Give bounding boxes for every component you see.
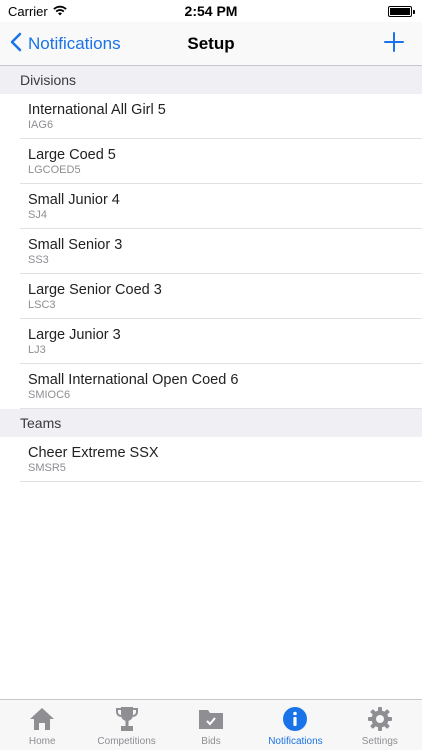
page-title: Setup bbox=[187, 34, 235, 53]
list-item[interactable]: Small Senior 3 SS3 bbox=[20, 229, 422, 274]
tab-bids[interactable]: Bids bbox=[169, 700, 253, 750]
list-item[interactable]: Large Senior Coed 3 LSC3 bbox=[20, 274, 422, 319]
folder-check-icon bbox=[196, 704, 226, 734]
carrier-label: Carrier bbox=[8, 3, 48, 19]
section-header-teams: Teams bbox=[0, 409, 422, 437]
list-item-title: International All Girl 5 bbox=[28, 101, 166, 118]
list-item-subtitle: SMSR5 bbox=[28, 461, 66, 474]
tab-label: Competitions bbox=[97, 736, 156, 747]
home-icon bbox=[27, 704, 57, 734]
tab-competitions[interactable]: Competitions bbox=[84, 700, 168, 750]
list-item-title: Cheer Extreme SSX bbox=[28, 444, 159, 461]
list-item-subtitle: LGCOED5 bbox=[28, 163, 81, 176]
list-item-title: Small Junior 4 bbox=[28, 191, 120, 208]
back-button-label: Notifications bbox=[28, 34, 121, 53]
gear-icon bbox=[365, 704, 395, 734]
list-item-subtitle: SJ4 bbox=[28, 208, 47, 221]
tab-settings[interactable]: Settings bbox=[338, 700, 422, 750]
trophy-icon bbox=[112, 704, 142, 734]
list-item-title: Small International Open Coed 6 bbox=[28, 371, 239, 388]
tab-label: Home bbox=[28, 736, 56, 747]
tab-label: Settings bbox=[361, 736, 398, 747]
navigation-bar: Notifications Setup bbox=[0, 22, 422, 66]
tab-bar: Home Competitions Bids Notifications Set… bbox=[0, 699, 422, 750]
list-item-title: Large Senior Coed 3 bbox=[28, 281, 162, 298]
tab-label: Bids bbox=[201, 736, 221, 747]
tab-home[interactable]: Home bbox=[0, 700, 84, 750]
list-item[interactable]: International All Girl 5 IAG6 bbox=[20, 94, 422, 139]
back-button[interactable]: Notifications bbox=[10, 22, 121, 66]
list-item-subtitle: LJ3 bbox=[28, 343, 46, 356]
list-item[interactable]: Cheer Extreme SSX SMSR5 bbox=[20, 437, 422, 482]
add-button[interactable] bbox=[378, 28, 410, 60]
section-header-divisions: Divisions bbox=[0, 66, 422, 94]
list-item-title: Large Coed 5 bbox=[28, 146, 116, 163]
list-item-subtitle: LSC3 bbox=[28, 298, 56, 311]
list-item[interactable]: Large Junior 3 LJ3 bbox=[20, 319, 422, 364]
status-time: 2:54 PM bbox=[184, 3, 238, 19]
tab-notifications[interactable]: Notifications bbox=[253, 700, 337, 750]
status-left: Carrier bbox=[8, 4, 67, 19]
list-item-subtitle: IAG6 bbox=[28, 118, 54, 131]
battery-icon bbox=[388, 5, 415, 17]
list-item-title: Small Senior 3 bbox=[28, 236, 123, 253]
chevron-left-icon bbox=[10, 32, 22, 57]
tab-label: Notifications bbox=[268, 736, 323, 747]
wifi-icon bbox=[53, 4, 67, 19]
list-item[interactable]: Large Coed 5 LGCOED5 bbox=[20, 139, 422, 184]
list-item-subtitle: SS3 bbox=[28, 253, 49, 266]
plus-icon bbox=[384, 31, 404, 57]
status-bar: Carrier 2:54 PM bbox=[0, 0, 422, 22]
list-item[interactable]: Small Junior 4 SJ4 bbox=[20, 184, 422, 229]
list-item[interactable]: Small International Open Coed 6 SMIOC6 bbox=[20, 364, 422, 409]
list-item-subtitle: SMIOC6 bbox=[28, 388, 71, 401]
setup-list: Divisions International All Girl 5 IAG6 … bbox=[0, 66, 422, 699]
list-item-title: Large Junior 3 bbox=[28, 326, 121, 343]
info-icon bbox=[280, 704, 310, 734]
